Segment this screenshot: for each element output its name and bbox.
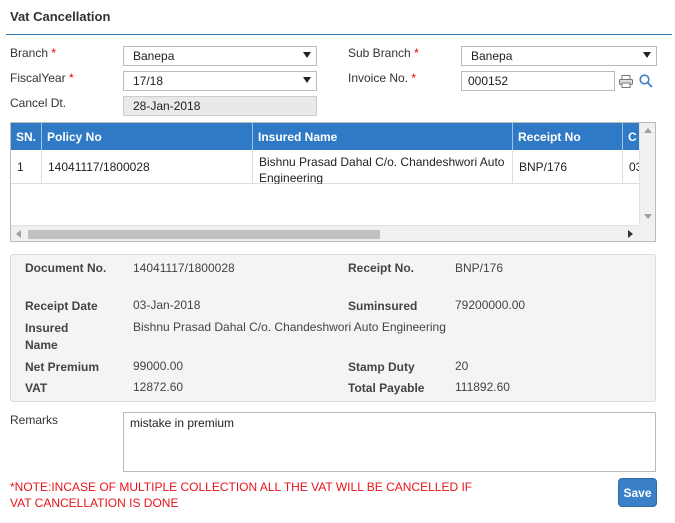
receipt-no-label: Receipt No.	[348, 261, 415, 275]
invoice-no-label: Invoice No. *	[348, 71, 416, 85]
scroll-left-icon[interactable]	[16, 230, 21, 238]
stamp-duty-value: 20	[455, 359, 469, 373]
required-mark: *	[68, 71, 74, 85]
detail-panel: Document No. 14041117/1800028 Receipt No…	[10, 254, 656, 402]
net-premium-label: Net Premium	[25, 360, 100, 374]
branch-select[interactable]: Banepa	[123, 46, 317, 66]
stamp-duty-label: Stamp Duty	[348, 360, 415, 374]
vertical-scrollbar[interactable]	[639, 123, 655, 226]
column-header-insured-name[interactable]: Insured Name	[253, 123, 513, 150]
receipt-date-value: 03-Jan-2018	[133, 298, 201, 312]
required-mark: *	[411, 71, 417, 85]
column-header-receipt-no[interactable]: Receipt No	[513, 123, 623, 150]
cancellation-note: *NOTE:INCASE OF MULTIPLE COLLECTION ALL …	[10, 480, 473, 510]
insured-name-value: Bishnu Prasad Dahal C/o. Chandeshwori Au…	[133, 320, 446, 334]
search-icon[interactable]	[637, 72, 655, 90]
document-no-value: 14041117/1800028	[133, 261, 235, 275]
chevron-down-icon	[303, 77, 311, 83]
total-payable-value: 111892.60	[455, 380, 510, 394]
invoice-no-input[interactable]: 000152	[461, 71, 615, 91]
net-premium-value: 99000.00	[133, 359, 184, 373]
column-header-policy-no[interactable]: Policy No	[42, 123, 253, 150]
remarks-label: Remarks	[10, 413, 59, 427]
vat-label: VAT	[25, 381, 48, 395]
horizontal-scrollbar[interactable]	[11, 225, 641, 241]
sub-branch-label-text: Sub Branch	[348, 46, 411, 60]
invoice-no-label-text: Invoice No.	[348, 71, 409, 85]
document-no-label: Document No.	[25, 261, 107, 275]
title-divider	[6, 34, 672, 35]
sub-branch-select[interactable]: Banepa	[461, 46, 657, 66]
chevron-down-icon	[303, 52, 311, 58]
fiscal-year-label: FiscalYear *	[10, 71, 74, 85]
save-button[interactable]: Save	[618, 478, 657, 507]
scroll-down-icon[interactable]	[644, 214, 652, 219]
cancel-dt-field: 28-Jan-2018	[123, 96, 317, 116]
scrollbar-corner	[639, 225, 655, 241]
print-icon[interactable]	[617, 72, 635, 90]
required-mark: *	[51, 46, 57, 60]
vat-value: 12872.60	[133, 380, 184, 394]
column-header-sn[interactable]: SN.	[11, 123, 42, 150]
suminsured-label: Suminsured	[348, 299, 418, 313]
branch-label-text: Branch	[10, 46, 49, 60]
scroll-right-icon[interactable]	[628, 230, 633, 238]
chevron-down-icon	[643, 52, 651, 58]
receipt-date-label: Receipt Date	[25, 299, 98, 313]
cell-sn: 1	[11, 150, 42, 184]
suminsured-value: 79200000.00	[455, 298, 526, 312]
fiscal-year-select[interactable]: 17/18	[123, 71, 317, 91]
fiscal-year-label-text: FiscalYear	[10, 71, 66, 85]
horizontal-scroll-thumb[interactable]	[28, 230, 380, 239]
cell-receipt-no: BNP/176	[513, 150, 623, 184]
table-row[interactable]: 1 14041117/1800028 Bishnu Prasad Dahal C…	[11, 150, 641, 184]
branch-select-value: Banepa	[133, 49, 175, 63]
branch-label: Branch *	[10, 46, 56, 60]
cell-insured-name: Bishnu Prasad Dahal C/o. Chandeshwori Au…	[253, 150, 513, 184]
total-payable-label: Total Payable	[348, 381, 425, 395]
receipt-no-value: BNP/176	[455, 261, 504, 275]
policy-grid: SN. Policy No Insured Name Receipt No C …	[10, 122, 656, 242]
scroll-up-icon[interactable]	[644, 128, 652, 133]
sub-branch-label: Sub Branch *	[348, 46, 419, 60]
sub-branch-select-value: Banepa	[471, 49, 513, 63]
grid-header: SN. Policy No Insured Name Receipt No C	[11, 123, 641, 150]
fiscal-year-select-value: 17/18	[133, 74, 164, 88]
remarks-textarea[interactable]: mistake in premium	[123, 412, 656, 472]
insured-name-label: Insured Name	[25, 321, 69, 352]
page-title: Vat Cancellation	[10, 9, 111, 24]
cancel-dt-label: Cancel Dt.	[10, 96, 67, 110]
cell-policy-no: 14041117/1800028	[42, 150, 253, 184]
required-mark: *	[414, 46, 419, 60]
